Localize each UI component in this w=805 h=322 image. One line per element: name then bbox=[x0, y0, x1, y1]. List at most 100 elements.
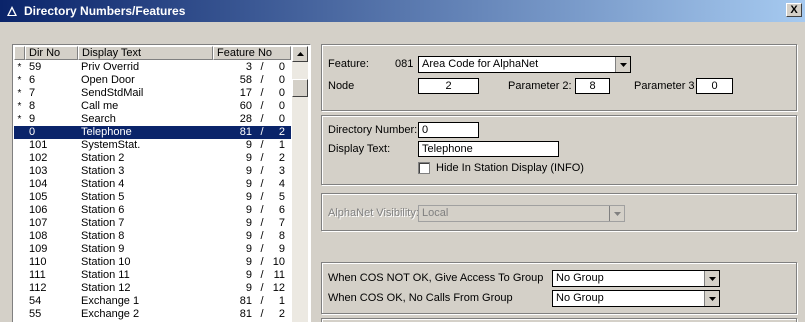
row-feature-separator: / bbox=[260, 139, 264, 151]
cos-ok-select[interactable]: No Group bbox=[552, 290, 720, 307]
table-row[interactable]: * 7 SendStdMail 17 / 0 bbox=[14, 87, 291, 100]
row-dir-no: 8 bbox=[29, 100, 36, 112]
row-feature-no: 9 / 1 bbox=[213, 139, 291, 152]
row-marker bbox=[14, 256, 25, 269]
node-label: Node bbox=[328, 80, 355, 92]
feature-code: 081 bbox=[395, 58, 414, 70]
table-row[interactable]: 0 Telephone 81 / 2 bbox=[14, 126, 291, 139]
row-feature-separator: / bbox=[260, 61, 264, 73]
table-row[interactable]: 105 Station 5 9 / 5 bbox=[14, 191, 291, 204]
list-rows: * 59 Priv Overrid 3/0 * 6 Open Door 58/0 * 7 SendS… bbox=[14, 61, 291, 321]
row-feature-main: 9 bbox=[245, 178, 252, 190]
row-display-text: Station 6 bbox=[81, 204, 125, 216]
table-row[interactable]: 109 Station 9 9 / 9 bbox=[14, 243, 291, 256]
table-row[interactable]: 54 Exchange 1 81 / 1 bbox=[14, 295, 291, 308]
row-feature-sub: 2 bbox=[278, 152, 285, 164]
row-display-text: Station 8 bbox=[81, 230, 125, 242]
row-display-text: Exchange 1 bbox=[81, 295, 140, 307]
chevron-down-icon[interactable] bbox=[615, 57, 630, 72]
chevron-down-icon[interactable] bbox=[704, 291, 719, 306]
row-dir-no: 101 bbox=[29, 139, 48, 151]
parameter-3-field[interactable]: 0 bbox=[696, 78, 733, 94]
column-header-display-text[interactable]: Display Text bbox=[78, 46, 213, 60]
table-row[interactable]: * 8 Call me 60 / 0 bbox=[14, 100, 291, 113]
row-feature-main: 81 bbox=[239, 295, 252, 307]
hide-in-station-display-checkbox[interactable] bbox=[418, 162, 430, 174]
row-feature-no: 9 / 6 bbox=[213, 204, 291, 217]
chevron-down-icon[interactable] bbox=[704, 271, 719, 286]
table-row[interactable]: 111 Station 11 9 / 11 bbox=[14, 269, 291, 282]
directory-number-field[interactable]: 0 bbox=[418, 122, 479, 138]
row-display-text: Station 10 bbox=[81, 256, 131, 268]
column-header-dir-no[interactable]: Dir No bbox=[25, 46, 78, 60]
row-dir-no: 9 bbox=[29, 113, 36, 125]
table-row[interactable]: 104 Station 4 9 / 4 bbox=[14, 178, 291, 191]
row-marker bbox=[14, 139, 25, 152]
row-feature-sub: 4 bbox=[278, 178, 285, 190]
column-header-feature-no[interactable]: Feature No bbox=[213, 46, 291, 60]
row-feature-separator: / bbox=[260, 165, 264, 177]
column-header-marker[interactable] bbox=[14, 46, 25, 60]
row-feature-no: 9 / 11 bbox=[213, 269, 291, 282]
row-feature-separator: / bbox=[260, 87, 264, 99]
feature-panel: Feature: 081 Area Code for AlphaNet Node… bbox=[321, 44, 797, 111]
row-feature-sub: 6 bbox=[278, 204, 285, 216]
directory-list[interactable]: Dir No Display Text Feature No * 59 Priv O… bbox=[12, 44, 311, 322]
table-row[interactable]: 103 Station 3 9 / 3 bbox=[14, 165, 291, 178]
feature-label: Feature: bbox=[328, 58, 369, 70]
table-row[interactable]: 101 SystemStat. 9 / 1 bbox=[14, 139, 291, 152]
parameter-2-field[interactable]: 8 bbox=[575, 78, 610, 94]
row-feature-no: 9 / 3 bbox=[213, 165, 291, 178]
row-marker bbox=[14, 204, 25, 217]
row-dir-no: 6 bbox=[29, 74, 36, 86]
bottom-panel bbox=[321, 318, 797, 322]
row-feature-sub: 0 bbox=[278, 100, 285, 112]
row-feature-separator: / bbox=[260, 217, 264, 229]
table-row[interactable]: 55 Exchange 2 81 / 2 bbox=[14, 308, 291, 321]
scroll-up-button[interactable] bbox=[292, 46, 308, 62]
row-display-text: Station 11 bbox=[81, 269, 130, 281]
row-feature-sub: 1 bbox=[278, 295, 285, 307]
row-display-text: Station 4 bbox=[81, 178, 125, 190]
table-row[interactable]: 108 Station 8 9 / 8 bbox=[14, 230, 291, 243]
row-feature-no: 9 / 7 bbox=[213, 217, 291, 230]
row-feature-no: 9 / 4 bbox=[213, 178, 291, 191]
node-field[interactable]: 2 bbox=[418, 78, 479, 94]
table-row[interactable]: 110 Station 10 9 / 10 bbox=[14, 256, 291, 269]
row-dir-no: 7 bbox=[29, 87, 36, 99]
row-feature-main: 3 bbox=[245, 61, 252, 73]
table-row[interactable]: * 6 Open Door 58 / 0 bbox=[14, 74, 291, 87]
vertical-scrollbar[interactable] bbox=[292, 46, 308, 322]
row-feature-separator: / bbox=[260, 295, 264, 307]
display-text-field[interactable]: Telephone bbox=[418, 141, 559, 157]
scroll-thumb[interactable] bbox=[292, 79, 308, 97]
row-dir-no: 112 bbox=[29, 282, 47, 294]
row-feature-no: 9 / 8 bbox=[213, 230, 291, 243]
table-row[interactable]: 102 Station 2 9 / 2 bbox=[14, 152, 291, 165]
cos-ok-label: When COS OK, No Calls From Group bbox=[328, 292, 513, 304]
row-feature-no: 81 / 2 bbox=[213, 308, 291, 321]
table-row[interactable]: 106 Station 6 9 / 6 bbox=[14, 204, 291, 217]
cos-not-ok-label: When COS NOT OK, Give Access To Group bbox=[328, 272, 544, 284]
table-row[interactable]: 112 Station 12 9 / 12 bbox=[14, 282, 291, 295]
table-row[interactable]: * 59 Priv Overrid 3 / 0 bbox=[14, 61, 291, 74]
row-feature-main: 9 bbox=[245, 282, 252, 294]
table-row[interactable]: * 9 Search 28 / 0 bbox=[14, 113, 291, 126]
row-feature-main: 9 bbox=[245, 152, 252, 164]
row-feature-main: 9 bbox=[245, 243, 252, 255]
table-row[interactable]: 107 Station 7 9 / 7 bbox=[14, 217, 291, 230]
directory-number-label: Directory Number: bbox=[328, 124, 418, 136]
cos-not-ok-select[interactable]: No Group bbox=[552, 270, 720, 287]
row-feature-sub: 0 bbox=[278, 113, 285, 125]
row-dir-no: 104 bbox=[29, 178, 48, 190]
feature-select[interactable]: Area Code for AlphaNet bbox=[418, 56, 631, 73]
row-dir-no: 55 bbox=[29, 308, 42, 320]
row-feature-main: 58 bbox=[239, 74, 252, 86]
close-button[interactable]: X bbox=[786, 3, 802, 17]
alphanet-visibility-label: AlphaNet Visibility: bbox=[328, 207, 419, 219]
row-feature-sub: 3 bbox=[278, 165, 285, 177]
row-display-text: Exchange 2 bbox=[81, 308, 140, 320]
row-display-text: Telephone bbox=[81, 126, 132, 138]
row-feature-separator: / bbox=[260, 243, 264, 255]
row-feature-sub: 1 bbox=[278, 139, 285, 151]
